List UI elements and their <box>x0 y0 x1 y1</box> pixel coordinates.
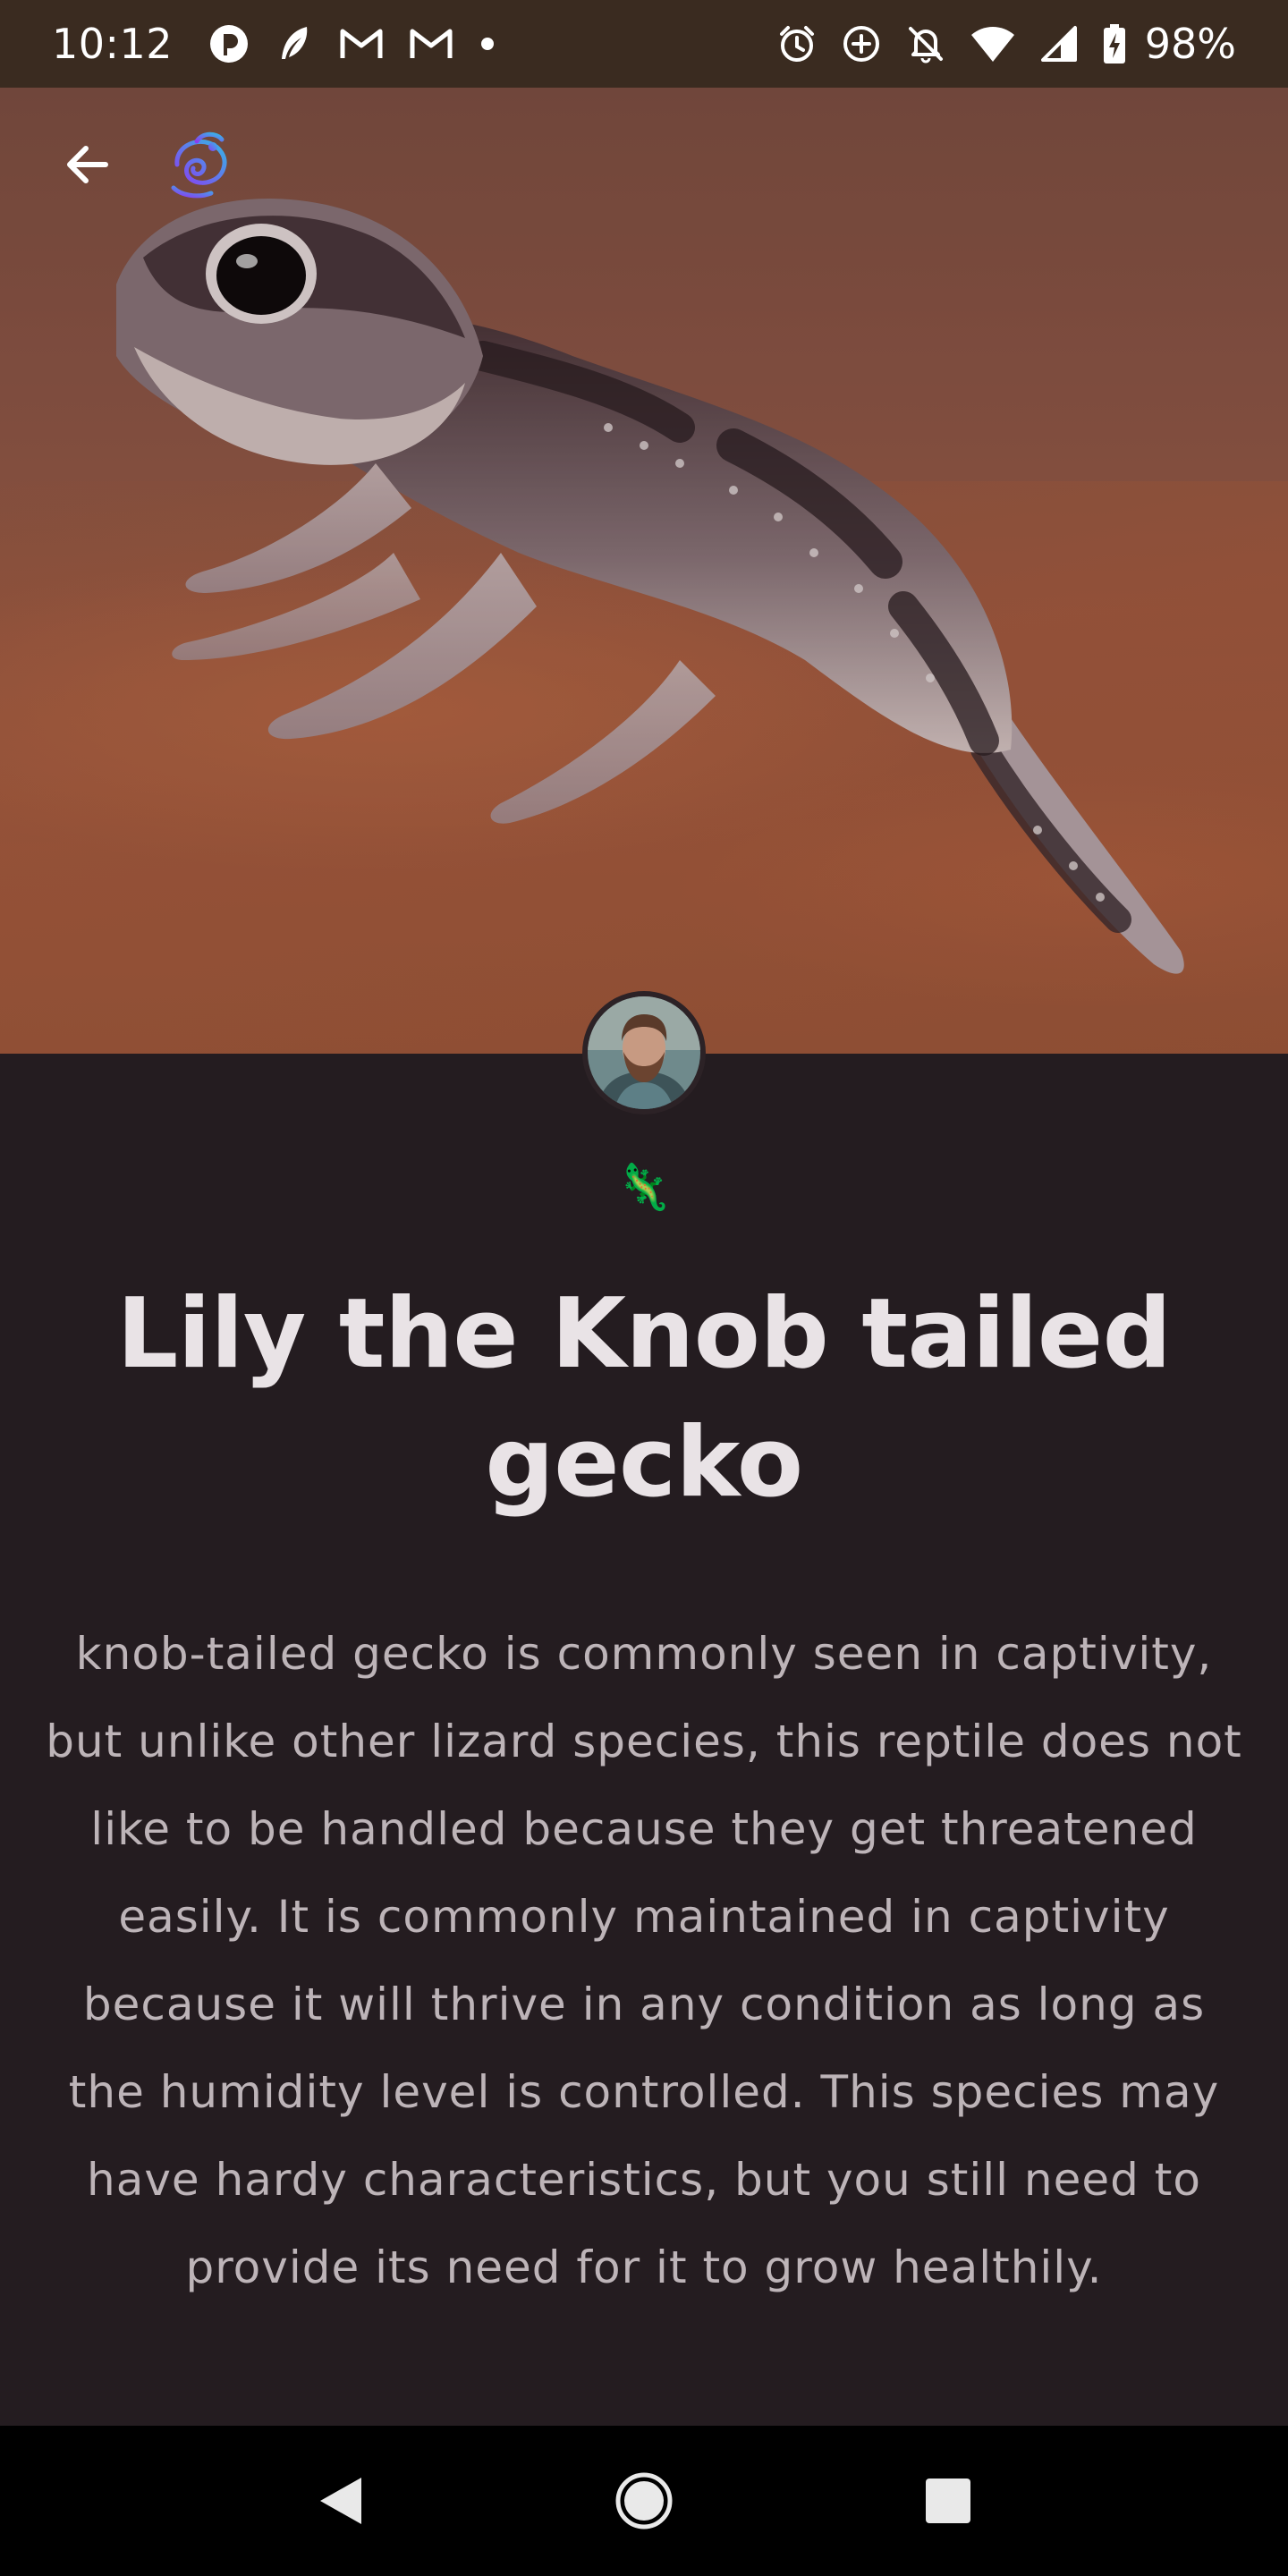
alarm-icon <box>776 23 818 64</box>
hero-overlay <box>0 88 1288 1054</box>
battery-percent: 98% <box>1144 20 1236 68</box>
nav-back-button[interactable] <box>300 2461 380 2541</box>
system-navigation-bar <box>0 2426 1288 2576</box>
nav-home-button[interactable] <box>604 2461 684 2541</box>
data-saver-icon <box>841 23 882 64</box>
status-time: 10:12 <box>52 20 174 68</box>
notification-dot-icon <box>479 35 496 53</box>
hero-image <box>0 88 1288 1054</box>
nav-back-icon <box>320 2478 361 2524</box>
nav-home-icon <box>615 2472 673 2529</box>
notification-icons <box>208 23 496 64</box>
back-button[interactable] <box>54 131 122 199</box>
notifications-off-icon <box>905 23 946 64</box>
gmail-icon <box>409 26 453 62</box>
wifi-icon <box>970 24 1016 64</box>
chameleon-logo-icon <box>157 125 240 208</box>
cell-signal-icon <box>1039 24 1079 64</box>
author-avatar[interactable] <box>582 991 706 1114</box>
battery-charging-icon <box>1102 23 1127 64</box>
nav-recents-icon <box>926 2479 970 2523</box>
lizard-emoji: 🦎 <box>615 1161 673 1213</box>
post-body: knob-tailed gecko is commonly seen in ca… <box>46 1628 1242 2293</box>
arrow-back-icon <box>67 146 108 183</box>
post-title: Lily the Knob tailed gecko <box>116 1278 1172 1519</box>
gmail-icon <box>339 26 384 62</box>
nav-recents-button[interactable] <box>908 2461 988 2541</box>
system-icons: 98% <box>776 20 1236 68</box>
status-bar: 10:12 98% <box>0 0 1288 88</box>
feather-icon <box>275 23 314 64</box>
brand-app-icon <box>208 23 250 64</box>
